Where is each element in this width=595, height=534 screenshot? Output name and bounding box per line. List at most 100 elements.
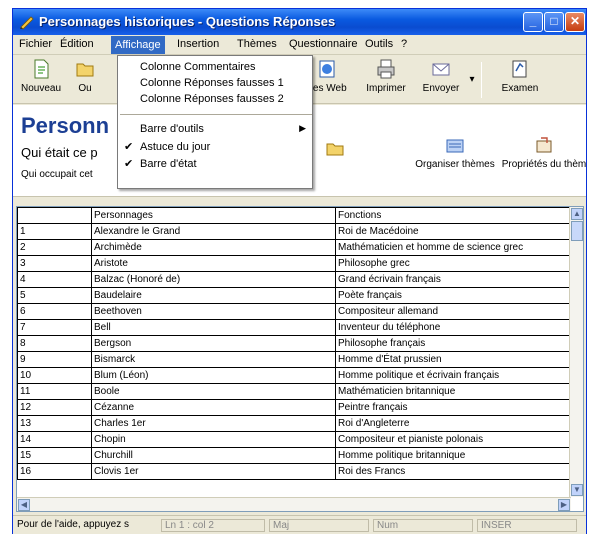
fonction-cell[interactable]: Homme politique britannique <box>335 447 570 464</box>
fonction-cell[interactable]: Roi de Macédoine <box>335 223 570 240</box>
row-number-cell: 10 <box>17 367 92 384</box>
personnage-cell[interactable]: Churchill <box>91 447 336 464</box>
minimize-button[interactable]: _ <box>523 12 543 32</box>
table-row[interactable]: 8 Bergson Philosophe français <box>17 335 570 352</box>
fonction-cell[interactable]: Grand écrivain français <box>335 271 570 288</box>
fonction-cell[interactable]: Homme d'État prussien <box>335 351 570 368</box>
personnage-cell[interactable]: Archimède <box>91 239 336 256</box>
open-button[interactable]: Ou <box>73 58 97 94</box>
table-row[interactable]: 16 Clovis 1er Roi des Francs <box>17 463 570 480</box>
fonction-cell[interactable]: Poète français <box>335 287 570 304</box>
fonction-cell[interactable]: Homme politique et écrivain français <box>335 367 570 384</box>
menu-themes[interactable]: Thèmes <box>235 38 279 50</box>
organize-themes-button[interactable]: Organiser thèmes <box>413 135 497 170</box>
personnage-cell[interactable]: Blum (Léon) <box>91 367 336 384</box>
row-number-cell: 14 <box>17 431 92 448</box>
checkmark-icon: ✔ <box>124 158 134 170</box>
menu-item-astuce-du-jour[interactable]: ✔ Astuce du jour <box>118 140 312 156</box>
toolbar-separator <box>481 62 482 98</box>
fonction-cell[interactable]: Mathématicien britannique <box>335 383 570 400</box>
table-row[interactable]: 14 Chopin Compositeur et pianiste polonais <box>17 431 570 448</box>
table-row[interactable]: 10 Blum (Léon) Homme politique et écrivain… <box>17 367 570 384</box>
table-row[interactable]: 3 Aristote Philosophe grec <box>17 255 570 272</box>
scroll-up-icon[interactable]: ▲ <box>571 208 583 220</box>
horizontal-scrollbar[interactable]: ◀ ▶ <box>17 497 571 511</box>
theme-properties-button[interactable]: Propriétés du thèm <box>501 135 587 170</box>
menu-fichier[interactable]: Fichier <box>17 38 54 50</box>
send-dropdown-arrow[interactable]: ▾ <box>467 74 477 85</box>
table-row[interactable]: 15 Churchill Homme politique britannique <box>17 447 570 464</box>
column-header-fonctions[interactable]: Fonctions <box>335 207 570 224</box>
table-row[interactable]: 5 Baudelaire Poète français <box>17 287 570 304</box>
personnage-cell[interactable]: Chopin <box>91 431 336 448</box>
personnage-cell[interactable]: Baudelaire <box>91 287 336 304</box>
scroll-down-icon[interactable]: ▼ <box>571 484 583 496</box>
personnage-cell[interactable]: Aristote <box>91 255 336 272</box>
fonction-cell[interactable]: Compositeur allemand <box>335 303 570 320</box>
fonction-cell[interactable]: Roi d'Angleterre <box>335 415 570 432</box>
questions-grid[interactable]: Personnages Fonctions 1 Alexandre le Gran… <box>16 206 584 512</box>
personnage-cell[interactable]: Balzac (Honoré de) <box>91 271 336 288</box>
print-button[interactable]: Imprimer <box>363 58 409 94</box>
fonction-cell[interactable]: Compositeur et pianiste polonais <box>335 431 570 448</box>
menu-questionnaire[interactable]: Questionnaire <box>287 38 360 50</box>
personnage-cell[interactable]: Bell <box>91 319 336 336</box>
checkmark-icon: ✔ <box>124 141 134 153</box>
exam-button[interactable]: Examen <box>497 58 543 94</box>
table-row[interactable]: 12 Cézanne Peintre français <box>17 399 570 416</box>
organize-themes-icon <box>446 139 464 153</box>
menu-help[interactable]: ? <box>399 38 409 50</box>
personnage-cell[interactable]: Cézanne <box>91 399 336 416</box>
questions-table: Personnages Fonctions 1 Alexandre le Gran… <box>17 207 570 480</box>
fonction-cell[interactable]: Mathématicien et homme de science grec <box>335 239 570 256</box>
menu-outils[interactable]: Outils <box>363 38 395 50</box>
table-row[interactable]: 4 Balzac (Honoré de) Grand écrivain frança… <box>17 271 570 288</box>
personnage-cell[interactable]: Beethoven <box>91 303 336 320</box>
menu-edition[interactable]: Édition <box>58 38 96 50</box>
open-label: Ou <box>78 83 92 94</box>
menu-item-reponses-fausses-2[interactable]: Colonne Réponses fausses 2 <box>118 92 312 108</box>
title-bar[interactable]: Personnages historiques - Questions Répo… <box>13 9 586 35</box>
fonction-cell[interactable]: Roi des Francs <box>335 463 570 480</box>
menu-item-barre-outils[interactable]: Barre d'outils ▶ <box>118 122 312 138</box>
menu-insertion[interactable]: Insertion <box>175 38 221 50</box>
table-row[interactable]: 7 Bell Inventeur du téléphone <box>17 319 570 336</box>
theme-icon-button[interactable] <box>323 137 347 161</box>
send-button[interactable]: Envoyer <box>419 58 463 94</box>
column-header-personnages[interactable]: Personnages <box>91 207 336 224</box>
fonction-cell[interactable]: Philosophe grec <box>335 255 570 272</box>
scroll-left-icon[interactable]: ◀ <box>18 499 30 511</box>
table-row[interactable]: 13 Charles 1er Roi d'Angleterre <box>17 415 570 432</box>
maximize-button[interactable]: □ <box>544 12 564 32</box>
row-number-cell: 7 <box>17 319 92 336</box>
personnage-cell[interactable]: Charles 1er <box>91 415 336 432</box>
menu-item-barre-etat[interactable]: ✔ Barre d'état <box>118 157 312 173</box>
fonction-cell[interactable]: Peintre français <box>335 399 570 416</box>
personnage-cell[interactable]: Bergson <box>91 335 336 352</box>
menu-item-label: Colonne Réponses fausses 2 <box>140 93 284 105</box>
table-row[interactable]: 11 Boole Mathématicien britannique <box>17 383 570 400</box>
row-number-cell: 3 <box>17 255 92 272</box>
table-row[interactable]: 1 Alexandre le Grand Roi de Macédoine <box>17 223 570 240</box>
menu-item-reponses-fausses-1[interactable]: Colonne Réponses fausses 1 <box>118 76 312 92</box>
table-row[interactable]: 9 Bismarck Homme d'État prussien <box>17 351 570 368</box>
personnage-cell[interactable]: Bismarck <box>91 351 336 368</box>
app-icon <box>20 16 34 30</box>
table-row[interactable]: 6 Beethoven Compositeur allemand <box>17 303 570 320</box>
table-row[interactable]: 2 Archimède Mathématicien et homme de scie… <box>17 239 570 256</box>
vertical-scrollbar[interactable]: ▲ ▼ <box>569 207 583 497</box>
menu-affichage[interactable]: Affichage <box>111 36 165 54</box>
close-button[interactable]: ✕ <box>565 12 585 32</box>
personnage-cell[interactable]: Boole <box>91 383 336 400</box>
menu-item-colonne-commentaires[interactable]: Colonne Commentaires <box>118 60 312 76</box>
scroll-right-icon[interactable]: ▶ <box>558 499 570 511</box>
status-num: Num <box>373 519 473 532</box>
printer-icon <box>377 59 395 79</box>
row-number-cell: 4 <box>17 271 92 288</box>
new-button[interactable]: Nouveau <box>19 58 63 94</box>
fonction-cell[interactable]: Philosophe français <box>335 335 570 352</box>
scroll-thumb[interactable] <box>571 221 583 241</box>
fonction-cell[interactable]: Inventeur du téléphone <box>335 319 570 336</box>
personnage-cell[interactable]: Clovis 1er <box>91 463 336 480</box>
personnage-cell[interactable]: Alexandre le Grand <box>91 223 336 240</box>
